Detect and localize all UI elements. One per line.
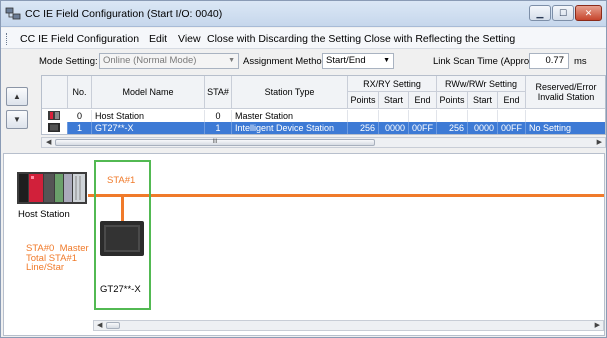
device-label: GT27**-X (100, 284, 141, 295)
network-line (88, 194, 604, 197)
settings-bar: Mode Setting: Online (Normal Mode) ▼ Ass… (1, 50, 606, 72)
cell-model: Host Station (92, 110, 205, 122)
col-rw-end-header: End (498, 92, 526, 109)
col-station-type-header: Station Type (232, 76, 348, 109)
cell-reserved (526, 110, 605, 122)
col-rx-points-header: Points (348, 92, 379, 109)
cell-rw-end (498, 110, 526, 122)
link-scan-unit: ms (574, 56, 587, 67)
plc-icon (48, 111, 60, 120)
network-info-text: STA#0 Master Total STA#1 Line/Star (26, 243, 89, 273)
table-hscrollbar[interactable]: ◀ III ▶ (41, 137, 606, 148)
link-scan-label: Link Scan Time (Approx.): (433, 56, 543, 67)
table-scroll-thumb[interactable]: III (55, 139, 375, 146)
diagram-hscrollbar[interactable]: ◀ ▶ (93, 320, 604, 331)
cell-no: 0 (68, 110, 92, 122)
cell-rw-points: 256 (437, 122, 468, 134)
cell-model: GT27**-X (92, 122, 205, 134)
col-rwwrwr-header: RWw/RWr Setting (437, 76, 526, 92)
assignment-method-select[interactable]: Start/End ▼ (322, 53, 394, 69)
move-up-button[interactable]: ▲ (6, 87, 28, 106)
col-model-header: Model Name (92, 76, 205, 109)
host-station-label: Host Station (18, 209, 70, 220)
station-table: No. Model Name STA# Station Type RX/RY S… (41, 75, 606, 135)
chevron-down-icon: ▼ (383, 57, 390, 64)
title-bar: CC IE Field Configuration (Start I/O: 00… (1, 1, 606, 27)
cell-rx-points (348, 110, 379, 122)
cell-rw-points (437, 110, 468, 122)
menu-view[interactable]: View (178, 33, 201, 45)
col-rx-end-header: End (409, 92, 437, 109)
menu-edit[interactable]: Edit (149, 33, 167, 45)
minimize-button[interactable]: ▁ (529, 5, 551, 21)
scroll-right-icon[interactable]: ▶ (597, 138, 602, 146)
assignment-method-label: Assignment Method: (243, 56, 330, 67)
cell-rx-end (409, 110, 437, 122)
cell-rx-start (379, 110, 409, 122)
cell-rw-start: 0000 (468, 122, 498, 134)
link-scan-field: 0.77 (529, 53, 569, 69)
menu-bar: CC IE Field Configuration Edit View Clos… (1, 28, 606, 49)
cell-sta: 1 (205, 122, 232, 134)
col-reserved-header: Reserved/Error Invalid Station (526, 76, 605, 109)
col-rw-start-header: Start (468, 92, 498, 109)
scroll-left-icon[interactable]: ◀ (46, 138, 51, 146)
cell-sta: 0 (205, 110, 232, 122)
network-diagram: Host Station STA#0 Master Total STA#1 Li… (3, 153, 605, 336)
menu-close-reflect[interactable]: Close with Reflecting the Setting (364, 33, 515, 45)
col-rw-points-header: Points (437, 92, 468, 109)
cell-rw-end: 00FF (498, 122, 526, 134)
col-sta-header: STA# (205, 76, 232, 109)
col-rx-start-header: Start (379, 92, 409, 109)
row-move-buttons: ▲ ▼ (6, 87, 30, 133)
window-title: CC IE Field Configuration (Start I/O: 00… (25, 8, 223, 20)
cell-station-type: Intelligent Device Station (232, 122, 348, 134)
close-button[interactable]: ✕ (575, 5, 602, 21)
cell-rx-start: 0000 (379, 122, 409, 134)
move-down-button[interactable]: ▼ (6, 110, 28, 129)
scroll-thumb-grip: III (212, 139, 218, 145)
assignment-method-value: Start/End (326, 55, 366, 66)
gt27-device-icon[interactable] (100, 221, 144, 256)
diagram-scroll-thumb[interactable] (106, 322, 120, 329)
network-config-icon (5, 7, 21, 20)
cell-station-type: Master Station (232, 110, 348, 122)
cell-rx-end: 00FF (409, 122, 437, 134)
chevron-down-icon: ▼ (228, 57, 235, 64)
station-1-label: STA#1 (107, 175, 136, 186)
config-window: CC IE Field Configuration (Start I/O: 00… (0, 0, 607, 338)
mode-setting-value: Online (Normal Mode) (103, 55, 197, 66)
cell-rw-start (468, 110, 498, 122)
maximize-button[interactable]: ☐ (552, 5, 574, 21)
mode-setting-label: Mode Setting: (39, 56, 98, 67)
scroll-right-icon[interactable]: ▶ (595, 321, 600, 329)
col-icon-header (42, 76, 68, 109)
menu-close-discard[interactable]: Close with Discarding the Setting (207, 33, 361, 45)
menu-cc-ie-field-configuration[interactable]: CC IE Field Configuration (20, 33, 139, 45)
scroll-left-icon[interactable]: ◀ (97, 321, 102, 329)
host-plc-icon[interactable] (17, 166, 87, 210)
cell-no: 1 (68, 122, 92, 134)
mode-setting-select[interactable]: Online (Normal Mode) ▼ (99, 53, 239, 69)
got-icon (48, 123, 60, 132)
toolbar-grip[interactable] (6, 33, 9, 45)
col-no-header: No. (68, 76, 92, 109)
cell-rx-points: 256 (348, 122, 379, 134)
col-rxry-header: RX/RY Setting (348, 76, 437, 92)
cell-reserved: No Setting (526, 122, 605, 134)
